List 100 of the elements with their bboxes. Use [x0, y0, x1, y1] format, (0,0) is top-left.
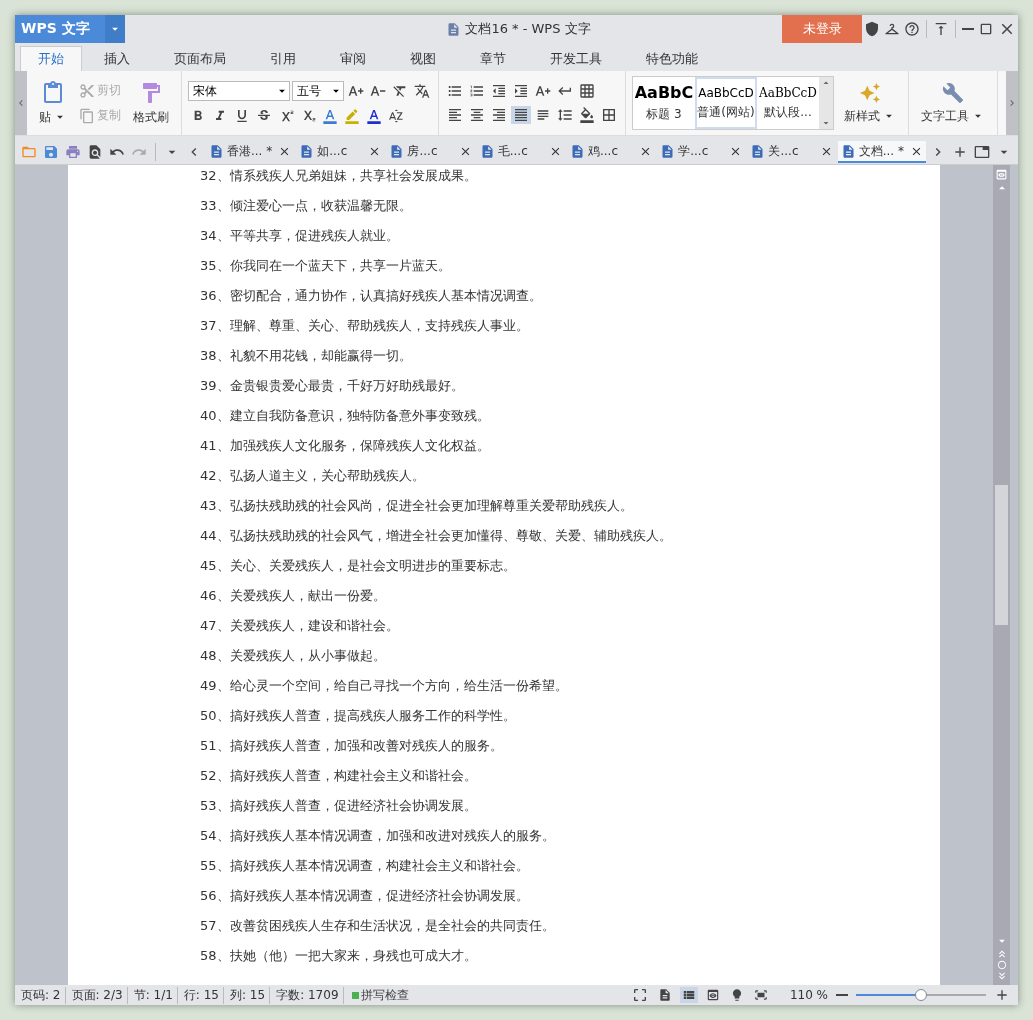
status-field: 页面: 2/3 — [71, 986, 128, 1004]
cut-icon — [79, 82, 95, 99]
menu-tab[interactable]: 页面布局 — [152, 46, 248, 71]
document-line: 40、建立自我防备意识，独特防备意外事变致残。 — [200, 407, 491, 425]
document-line: 51、搞好残疾人普查，加强和改善对残疾人的服务。 — [200, 737, 504, 755]
text-tools-button[interactable]: 文字工具 — [915, 80, 991, 126]
sparkle-icon — [859, 81, 881, 104]
borders-icon — [601, 107, 617, 123]
document-line: 32、情系残疾人兄弟姐妹，共享社会发展成果。 — [200, 167, 478, 185]
menu-tab[interactable]: 特色功能 — [624, 46, 720, 71]
text-effect-button[interactable] — [320, 107, 340, 125]
document-line: 47、关爱残疾人，建设和谐社会。 — [200, 617, 400, 635]
scrollbar-thumb[interactable] — [995, 485, 1008, 625]
font-name-field[interactable]: 宋体 — [188, 81, 290, 101]
status-field: 节: 1/1 — [133, 986, 178, 1004]
justify-icon — [513, 107, 529, 123]
document-line: 41、加强残疾人文化服务，保障残疾人文化权益。 — [200, 437, 491, 455]
menu-tab[interactable]: 开发工具 — [528, 46, 624, 71]
menu-tab[interactable]: 插入 — [82, 46, 152, 71]
justify-button[interactable] — [511, 106, 531, 124]
document-icon — [299, 143, 315, 159]
new-style-button[interactable]: 新样式 — [838, 80, 902, 126]
print-icon — [65, 144, 81, 160]
table-icon — [579, 83, 595, 99]
clear-format-icon — [392, 83, 408, 99]
document-tab[interactable]: 毛...c — [476, 141, 565, 163]
menu-tab[interactable]: 章节 — [458, 46, 528, 71]
menu-tab[interactable]: 视图 — [388, 46, 458, 71]
vertical-scrollbar[interactable] — [993, 165, 1010, 985]
document-line: 46、关爱残疾人，献出一份爱。 — [200, 587, 387, 605]
spell-check-button[interactable]: 拼写检查 — [349, 985, 411, 1005]
numbering-icon — [469, 83, 485, 99]
document-tab[interactable]: 关...c — [747, 141, 836, 163]
document-tab[interactable]: 文档... * — [837, 141, 926, 163]
view-mode-button[interactable] — [679, 987, 698, 1003]
phonetic-button[interactable] — [412, 82, 432, 100]
menu-tab[interactable]: 引用 — [248, 46, 318, 71]
app-menu-button[interactable]: WPS 文字 — [15, 15, 125, 43]
view-mode-icon — [753, 988, 768, 1002]
document-icon — [750, 143, 766, 159]
table-button[interactable] — [577, 82, 597, 100]
document-tab[interactable]: 鸡...c — [566, 141, 656, 163]
view-mode-icon — [657, 988, 672, 1002]
maximize-icon — [978, 21, 994, 37]
document-line: 45、关心、关爱残疾人，是社会文明进步的重要标志。 — [200, 557, 517, 575]
font-color-icon — [366, 108, 382, 124]
gallery-scrollbar[interactable] — [819, 77, 833, 129]
bullets-icon — [447, 83, 463, 99]
char-shading-icon — [388, 108, 404, 124]
document-line: 43、弘扬扶残助残的社会风尚，促进全社会更加理解尊重关爱帮助残疾人。 — [200, 497, 634, 515]
document-line: 48、关爱残疾人，从小事做起。 — [200, 647, 387, 665]
document-line: 49、给心灵一个空间，给自己寻找一个方向，给生活一份希望。 — [200, 677, 569, 695]
decrease-indent-icon — [491, 83, 507, 99]
text-effect-icon — [322, 108, 338, 124]
clipboard-icon — [41, 80, 65, 105]
document-line: 56、搞好残疾人基本情况调查，促进经济社会协调发展。 — [200, 887, 530, 905]
document-line: 58、扶她（他）一把大家来，身残也可成大才。 — [200, 947, 478, 965]
font-color-button[interactable] — [364, 107, 384, 125]
document-icon — [389, 143, 405, 159]
char-scale-icon — [535, 83, 551, 99]
window-title: 文档16 * - WPS 文字 — [465, 20, 591, 38]
paste-button[interactable]: 贴 — [33, 79, 73, 127]
view-mode-icon — [681, 988, 696, 1002]
font-size-field[interactable]: 五号 — [292, 81, 344, 101]
document-tab[interactable]: 房...c — [386, 141, 475, 163]
status-square-icon — [351, 991, 359, 999]
status-field: 字数: 1709 — [276, 986, 344, 1004]
document-line: 36、密切配合，通力协作，认真搞好残疾人基本情况调查。 — [200, 287, 543, 305]
highlight-icon — [344, 108, 360, 124]
char-shading-button[interactable] — [386, 107, 406, 125]
document-line: 34、平等共享，促进残疾人就业。 — [200, 227, 400, 245]
align-right-icon — [491, 107, 507, 123]
document-tab[interactable]: 如...c — [296, 141, 385, 163]
grow-font-icon — [348, 83, 364, 99]
document-line: 50、搞好残疾人普查，提高残疾人服务工作的科学性。 — [200, 707, 517, 725]
align-left-icon — [447, 107, 463, 123]
status-field: 列: 15 — [230, 986, 271, 1004]
zoom-in-icon — [994, 987, 1010, 1003]
zoom-out-button[interactable] — [834, 993, 850, 997]
menu-tab[interactable]: 开始 — [20, 46, 82, 71]
save-icon — [43, 144, 59, 160]
shading-button[interactable] — [577, 106, 597, 124]
document-line: 44、弘扬扶残助残的社会风气，增进全社会更加懂得、尊敬、关爱、辅助残疾人。 — [200, 527, 673, 545]
document-line: 37、理解、尊重、关心、帮助残疾人，支持残疾人事业。 — [200, 317, 530, 335]
document-line: 57、改善贫困残疾人生存和生活状况，是全社会的共同责任。 — [200, 917, 556, 935]
document-line: 54、搞好残疾人基本情况调查，加强和改进对残疾人的服务。 — [200, 827, 556, 845]
print-preview-icon — [87, 144, 103, 160]
wrench-icon — [942, 81, 964, 104]
document-tab[interactable]: 学...c — [657, 141, 746, 163]
line-spacing-icon — [557, 107, 573, 123]
style-gallery-item[interactable]: AaBbCcD 普通(网站) — [695, 77, 757, 129]
document-tab[interactable]: 香港... * — [205, 141, 295, 163]
format-painter-button[interactable]: 格式刷 — [127, 79, 175, 127]
menu-tab[interactable]: 审阅 — [318, 46, 388, 71]
open-icon — [21, 144, 37, 160]
underline-icon — [234, 108, 250, 124]
document-line: 38、礼貌不用花钱，却能赢得一切。 — [200, 347, 413, 365]
document-line: 33、倾注爱心一点，收获温馨无限。 — [200, 197, 413, 215]
fullscreen-icon — [631, 987, 648, 1003]
document-line: 53、搞好残疾人普查，促进经济社会协调发展。 — [200, 797, 478, 815]
